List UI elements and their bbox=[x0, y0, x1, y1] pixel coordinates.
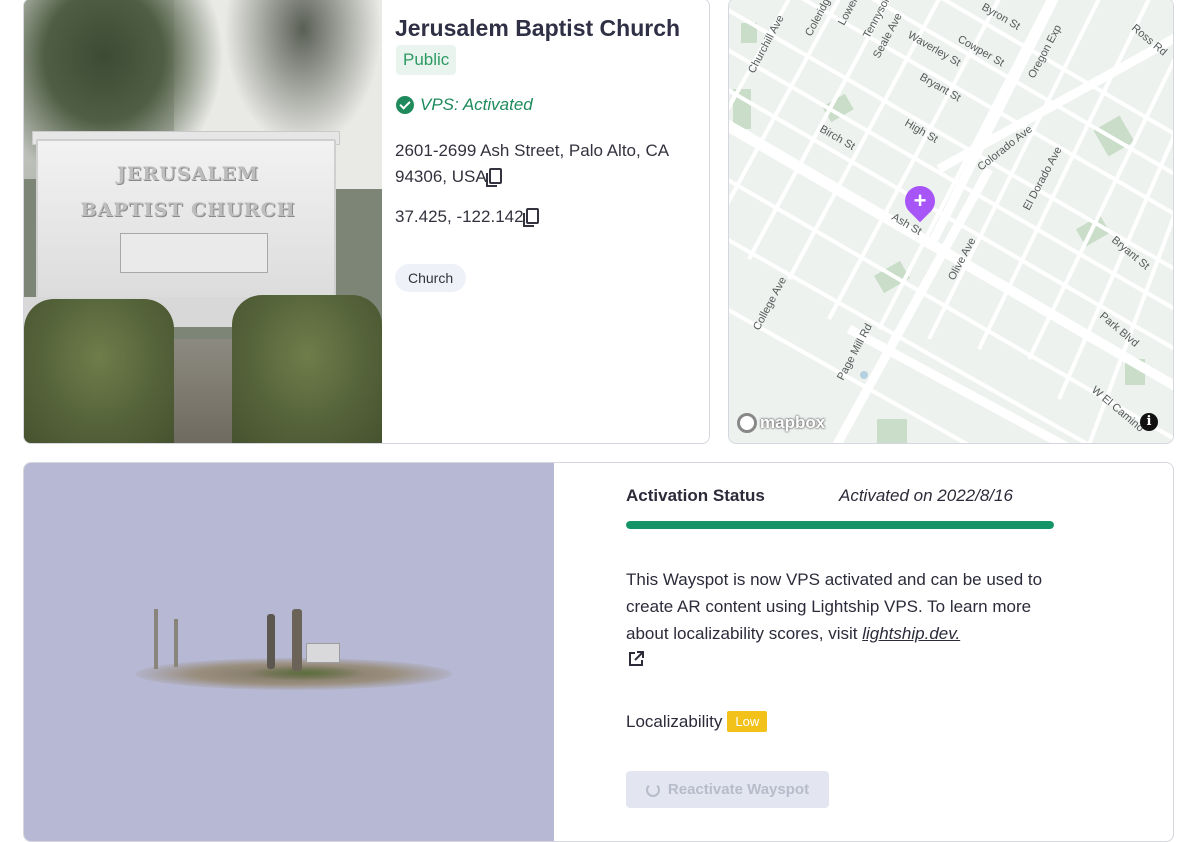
map[interactable]: Churchill Ave Coleridg Lowell Tennyson S… bbox=[728, 0, 1174, 444]
activation-description: This Wayspot is now VPS activated and ca… bbox=[626, 566, 1066, 647]
vps-status-text: VPS: Activated bbox=[420, 95, 533, 114]
activation-card: Activation Status Activated on 2022/8/16… bbox=[23, 462, 1174, 842]
map-canvas[interactable]: Churchill Ave Coleridg Lowell Tennyson S… bbox=[729, 0, 1174, 444]
church-sign: JERUSALEM BAPTIST CHURCH bbox=[36, 139, 336, 299]
copy-icon[interactable] bbox=[485, 168, 502, 187]
coordinates: 37.425, -122.142 bbox=[395, 207, 539, 227]
activation-status-panel: Activation Status Activated on 2022/8/16… bbox=[626, 463, 1066, 841]
activation-date: Activated on 2022/8/16 bbox=[839, 486, 1013, 505]
coordinates-text: 37.425, -122.142 bbox=[395, 207, 524, 226]
refresh-icon bbox=[645, 782, 660, 797]
description-text: This Wayspot is now VPS activated and ca… bbox=[626, 570, 1043, 643]
info-icon[interactable]: i bbox=[1140, 413, 1158, 431]
activation-progress bbox=[626, 521, 1054, 529]
activation-progress-fill bbox=[626, 521, 1054, 529]
vps-status: VPS: Activated bbox=[396, 95, 533, 115]
mapbox-icon bbox=[737, 413, 757, 433]
category-chip[interactable]: Church bbox=[395, 264, 467, 292]
localizability-label: Localizability bbox=[626, 711, 723, 731]
localizability-badge: Low bbox=[727, 711, 768, 732]
check-circle-icon bbox=[396, 96, 414, 114]
plus-icon[interactable]: + bbox=[905, 186, 935, 216]
place-details: Jerusalem Baptist Church Public VPS: Act… bbox=[394, 0, 704, 443]
place-info-card: JERUSALEM BAPTIST CHURCH Jerusalem Bapti… bbox=[23, 0, 710, 444]
activation-status-label: Activation Status bbox=[626, 486, 765, 505]
localizability: Localizability Low bbox=[626, 711, 768, 732]
lightship-link[interactable]: lightship.dev. bbox=[862, 624, 960, 643]
hedge bbox=[24, 299, 174, 443]
hedge bbox=[232, 295, 382, 443]
3d-model-viewer[interactable] bbox=[24, 463, 554, 841]
place-photo: JERUSALEM BAPTIST CHURCH bbox=[24, 0, 382, 443]
sign-plaque bbox=[120, 233, 268, 273]
mapbox-text: mapbox bbox=[760, 413, 826, 432]
sign-line-1: JERUSALEM bbox=[116, 163, 260, 185]
address-text: 2601-2699 Ash Street, Palo Alto, CA 9430… bbox=[395, 141, 669, 186]
copy-icon[interactable] bbox=[522, 208, 539, 227]
external-link-icon[interactable] bbox=[627, 650, 645, 668]
visibility-badge: Public bbox=[396, 45, 457, 75]
place-title: Jerusalem Baptist Church bbox=[395, 15, 681, 41]
sign-line-2: BAPTIST CHURCH bbox=[80, 199, 296, 221]
reactivate-wayspot-button[interactable]: Reactivate Wayspot bbox=[626, 771, 829, 808]
reactivate-label: Reactivate Wayspot bbox=[667, 781, 810, 798]
address: 2601-2699 Ash Street, Palo Alto, CA 9430… bbox=[395, 138, 695, 190]
mapbox-logo[interactable]: mapbox bbox=[737, 413, 825, 433]
